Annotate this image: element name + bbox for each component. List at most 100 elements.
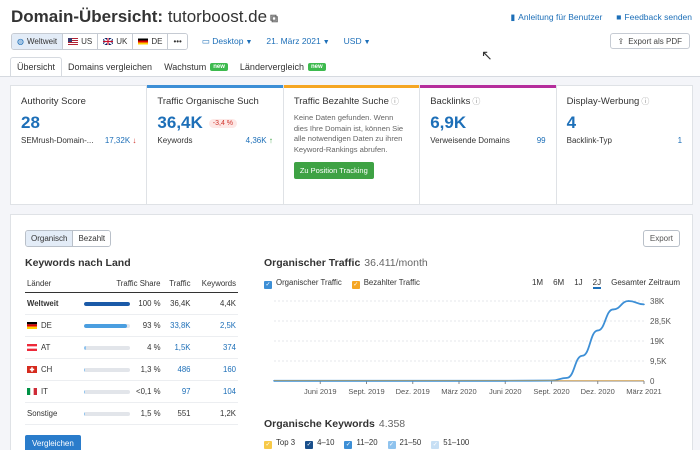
card-paid-traffic: Traffic Bezahlte Suche ⓘ Keine Daten gefu… — [283, 85, 421, 204]
toggle-paid[interactable]: Bezahlt — [73, 231, 111, 246]
legend-11-20[interactable]: ✓ 11–20 — [344, 438, 378, 449]
range-2y[interactable]: 2J — [592, 278, 602, 289]
db-uk[interactable]: UK — [98, 33, 134, 49]
title-prefix: Domain-Übersicht: — [11, 7, 164, 26]
legend-51-100[interactable]: ✓ 51–100 — [431, 438, 469, 449]
range-selector: 1M 6M 1J 2J Gesamter Zeitraum — [532, 278, 680, 289]
organic-keywords-title: Organische Keywords 4.358 — [264, 418, 406, 430]
organic-traffic-point — [596, 329, 599, 332]
db-de[interactable]: DE — [133, 33, 169, 49]
card-value: 28 — [21, 113, 40, 132]
share-bar — [84, 323, 131, 328]
domain-name[interactable]: tutorboost.de — [168, 7, 267, 26]
external-link-icon[interactable]: ⧉ — [270, 13, 278, 25]
x-tick-label: März 2021 — [626, 387, 661, 396]
mouse-cursor-icon: ↖ — [481, 47, 493, 63]
traffic-share: 1,3 % — [140, 365, 161, 374]
card-organic-traffic[interactable]: Traffic Organische Such 36,4K -3,4 % Keyw… — [147, 85, 284, 204]
organic-panel: Organisch Bezahlt Export Keywords nach L… — [10, 214, 693, 450]
card-value[interactable]: 36,4K — [157, 113, 202, 133]
chevron-down-icon: ▼ — [245, 38, 253, 46]
position-tracking-button[interactable]: Zu Position Tracking — [293, 161, 374, 179]
range-all[interactable]: Gesamter Zeitraum — [611, 278, 680, 289]
range-6m[interactable]: 6M — [553, 278, 564, 289]
organic-traffic-title: Organischer Traffic 36.411/month — [264, 257, 428, 269]
tab-country-compare[interactable]: Ländervergleich new — [234, 57, 332, 77]
top-header: Domain-Übersicht: tutorboost.de ⧉ ▮ Anleit… — [0, 0, 700, 77]
card-display-ads[interactable]: Display-Werbung ⓘ 4 Backlink-Typ 1 — [557, 86, 692, 204]
traffic-share: 93 % — [142, 321, 161, 330]
card-accent-bar — [283, 85, 420, 88]
db-us[interactable]: US — [63, 33, 99, 49]
tab-compare-domains[interactable]: Domains vergleichen — [62, 57, 158, 77]
keywords-value[interactable]: 2,5K — [192, 314, 238, 337]
keywords-value[interactable]: 104 — [192, 380, 238, 403]
it-flag-icon — [27, 388, 37, 395]
card-authority-score[interactable]: Authority Score 28 SEMrush-Domain-... 17,… — [11, 86, 148, 204]
db-worldwide[interactable]: ◍ Weltweit — [12, 33, 64, 49]
keywords-legend: ✓ Top 3 ✓ 4–10 ✓ 11–20 ✓ 21–50 ✓ 51–100 — [264, 438, 469, 449]
legend-top3[interactable]: ✓ Top 3 — [264, 438, 295, 449]
checkbox-checked-icon: ✓ — [264, 281, 272, 289]
traffic-value: 551 — [162, 402, 193, 425]
traffic-value[interactable]: 97 — [162, 380, 193, 403]
tab-divider — [0, 76, 700, 77]
toggle-organic[interactable]: Organisch — [26, 231, 74, 246]
card-backlinks[interactable]: Backlinks ⓘ 6,9K Verweisende Domains 99 — [420, 85, 557, 204]
currency-dropdown[interactable]: USD ▼ — [344, 36, 371, 46]
info-icon[interactable]: ⓘ — [391, 97, 399, 106]
x-tick-label: Dez. 2019 — [396, 387, 430, 396]
table-row[interactable]: DE 93 % 33,8K 2,5K — [25, 314, 238, 337]
feedback-link[interactable]: ■ Feedback senden — [616, 12, 692, 23]
ch-flag-icon — [27, 366, 37, 373]
traffic-value[interactable]: 1,5K — [162, 336, 193, 359]
card-title: Authority Score — [21, 96, 86, 107]
tab-growth[interactable]: Wachstum new — [158, 57, 234, 77]
organic-paid-toggle: Organisch Bezahlt — [25, 230, 112, 247]
share-bar — [84, 367, 131, 372]
range-1y[interactable]: 1J — [574, 278, 582, 289]
y-tick-label: 28,5K — [650, 317, 672, 326]
country-table: Länder Traffic Share Traffic Keywords We… — [25, 275, 238, 425]
card-sub-value[interactable]: 4,36K — [246, 136, 267, 145]
export-button[interactable]: Export — [642, 230, 680, 247]
checkbox-checked-icon: ✓ — [305, 441, 314, 449]
new-badge: new — [307, 63, 326, 71]
info-icon[interactable]: ⓘ — [641, 97, 649, 106]
legend-21-50[interactable]: ✓ 21–50 — [387, 438, 421, 449]
legend-4-10[interactable]: ✓ 4–10 — [305, 438, 334, 449]
export-icon: ⇪ — [617, 36, 625, 46]
card-sub-value[interactable]: 17,32K — [105, 136, 130, 145]
table-row[interactable]: AT 4 % 1,5K 374 — [25, 336, 238, 359]
date-dropdown[interactable]: 21. März 2021 ▼ — [266, 36, 329, 46]
table-row[interactable]: CH 1,3 % 486 160 — [25, 358, 238, 381]
guide-link[interactable]: ▮ Anleitung für Benutzer — [510, 12, 602, 23]
x-tick-label: März 2020 — [441, 387, 476, 396]
traffic-value[interactable]: 486 — [162, 358, 193, 381]
export-pdf-button[interactable]: ⇪ Export als PDF — [609, 33, 690, 49]
table-row[interactable]: Weltweit 100 % 36,4K 4,4K — [25, 292, 238, 315]
device-dropdown[interactable]: ▭ Desktop ▼ — [202, 36, 253, 47]
compare-button[interactable]: Vergleichen — [25, 435, 81, 450]
card-sub-value[interactable]: 99 — [537, 136, 546, 145]
keywords-value: 1,2K — [192, 402, 238, 425]
card-title: Traffic Bezahlte Suche ⓘ — [293, 96, 399, 107]
card-sub-label: Verweisende Domains — [430, 136, 510, 145]
table-row[interactable]: IT <0,1 % 97 104 — [25, 380, 238, 403]
col-header-traffic: Traffic — [162, 275, 193, 293]
col-header-countries: Länder — [25, 275, 68, 293]
table-row[interactable]: Sonstige 1,5 % 551 1,2K — [25, 402, 238, 425]
keywords-value[interactable]: 160 — [192, 358, 238, 381]
range-1m[interactable]: 1M — [532, 278, 543, 289]
info-icon[interactable]: ⓘ — [472, 97, 480, 106]
x-tick-label: Sept. 2020 — [533, 387, 569, 396]
keywords-by-country-title: Keywords nach Land — [25, 257, 131, 269]
card-sub-value[interactable]: 1 — [678, 136, 682, 145]
db-more[interactable]: ••• — [168, 33, 187, 49]
tab-overview[interactable]: Übersicht — [10, 57, 63, 77]
legend-organic[interactable]: ✓ Organischer Traffic — [264, 278, 342, 289]
keywords-value[interactable]: 374 — [192, 336, 238, 359]
monitor-icon: ▭ — [201, 35, 210, 46]
traffic-value[interactable]: 33,8K — [162, 314, 193, 337]
legend-paid[interactable]: ✓ Bezahlter Traffic — [351, 278, 420, 289]
